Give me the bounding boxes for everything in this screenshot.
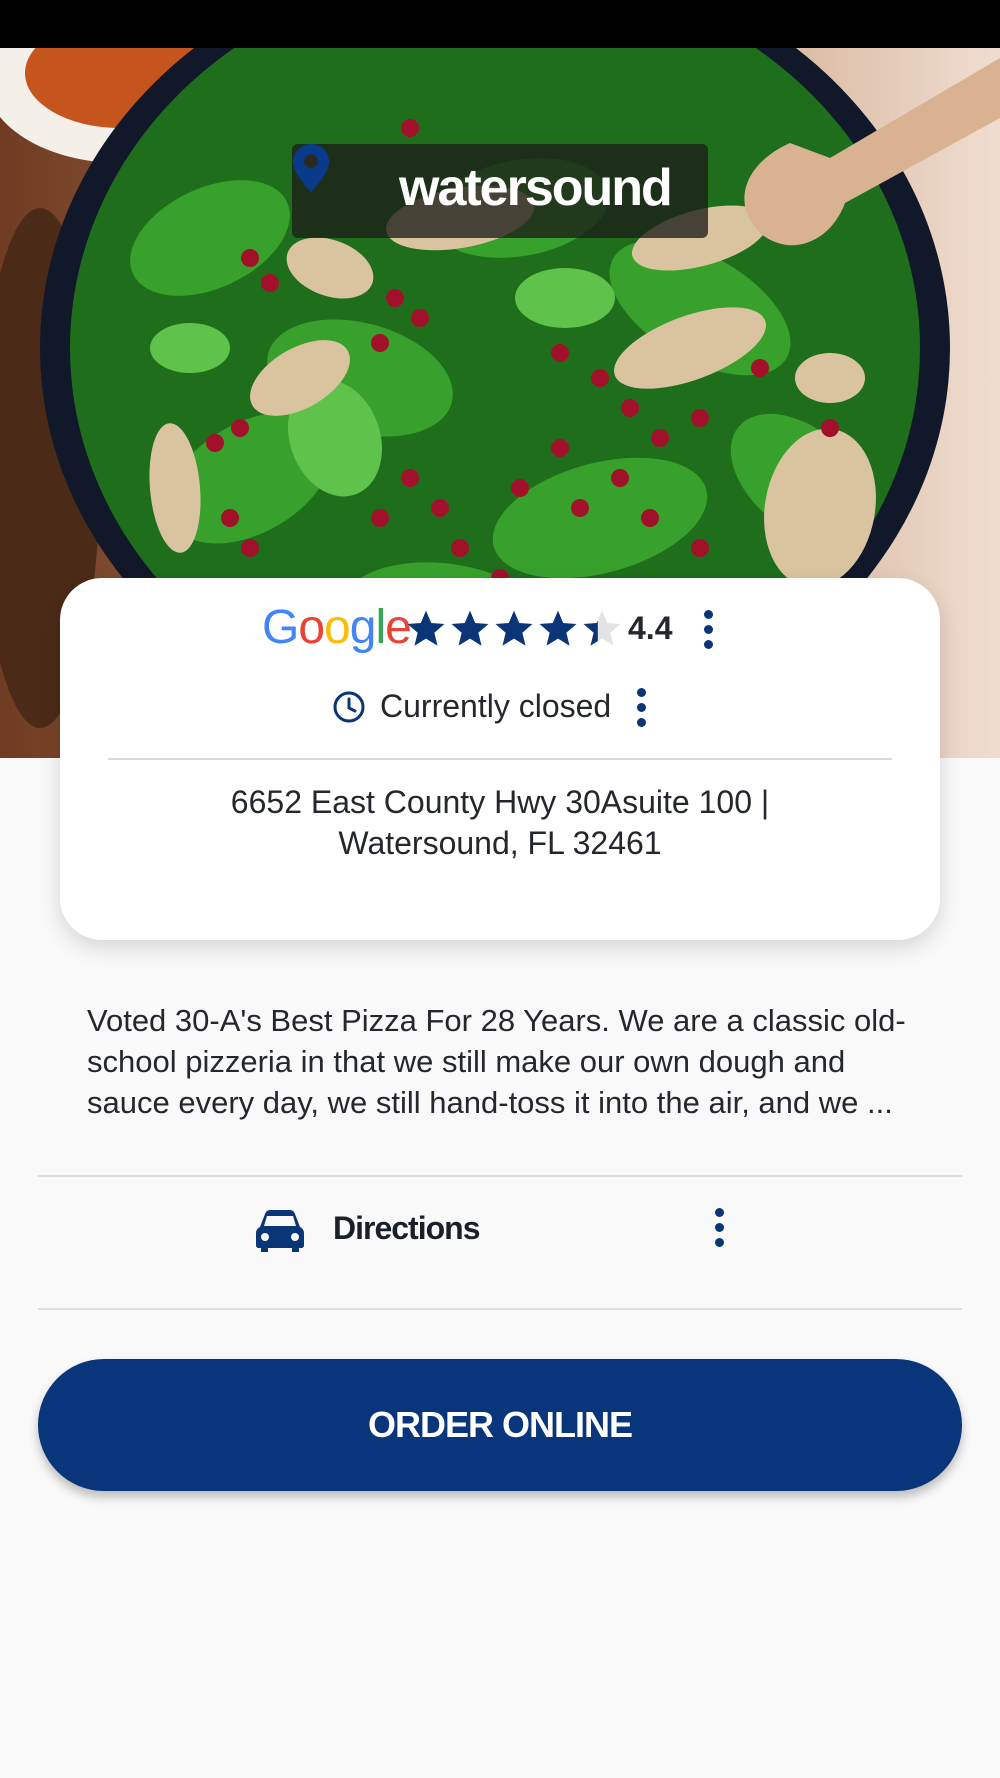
rating-row[interactable]: Google 4.4 bbox=[60, 600, 940, 656]
star-icon bbox=[583, 610, 621, 646]
directions-more-icon[interactable] bbox=[713, 1208, 725, 1250]
map-pin-icon bbox=[293, 144, 329, 192]
info-card: Google 4.4 Currently closed 6652 East Co… bbox=[60, 578, 940, 940]
car-icon bbox=[256, 1210, 304, 1252]
hours-more-icon[interactable] bbox=[635, 688, 647, 730]
star-icon bbox=[495, 610, 533, 646]
star-rating bbox=[405, 608, 623, 648]
hours-row[interactable]: Currently closed bbox=[60, 684, 940, 732]
address[interactable]: 6652 East County Hwy 30Asuite 100 | Wate… bbox=[100, 782, 900, 864]
star-icon bbox=[451, 610, 489, 646]
description: Voted 30-A's Best Pizza For 28 Years. We… bbox=[87, 1003, 906, 1120]
clock-icon bbox=[333, 691, 365, 723]
order-online-button[interactable]: ORDER ONLINE bbox=[38, 1359, 962, 1491]
hours-status: Currently closed bbox=[380, 688, 612, 724]
star-icon bbox=[407, 610, 445, 646]
card-divider bbox=[108, 758, 892, 760]
location-name: watersound bbox=[399, 159, 673, 217]
divider-top bbox=[38, 1175, 962, 1177]
location-badge[interactable]: watersound bbox=[292, 144, 708, 238]
address-line-2: Watersound, FL 32461 bbox=[338, 825, 662, 861]
directions-label: Directions bbox=[333, 1210, 480, 1246]
rating-more-icon[interactable] bbox=[702, 610, 714, 652]
address-line-1: 6652 East County Hwy 30Asuite 100 | bbox=[230, 784, 770, 820]
directions-row[interactable]: Directions bbox=[38, 1178, 962, 1308]
status-bar bbox=[0, 0, 1000, 48]
rating-value: 4.4 bbox=[628, 610, 673, 646]
star-icon bbox=[539, 610, 577, 646]
google-logo: Google bbox=[262, 601, 412, 654]
divider-bottom bbox=[38, 1308, 962, 1310]
